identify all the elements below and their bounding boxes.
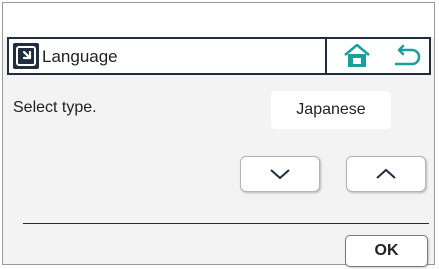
- title-bar: Language: [7, 37, 431, 75]
- select-type-label: Select type.: [13, 99, 97, 116]
- back-button[interactable]: [387, 41, 427, 71]
- home-icon: [344, 43, 370, 67]
- ok-button[interactable]: OK: [345, 235, 428, 267]
- down-button[interactable]: [240, 156, 320, 192]
- settings-panel-icon: [12, 42, 40, 70]
- footer-divider: [23, 223, 429, 224]
- chevron-down-icon: [270, 169, 290, 180]
- home-button[interactable]: [337, 41, 377, 71]
- page-title: Language: [42, 47, 118, 66]
- up-button[interactable]: [346, 156, 426, 192]
- top-strip: [3, 3, 434, 37]
- language-value-display: Japanese: [271, 91, 391, 129]
- chevron-up-icon: [376, 168, 396, 179]
- back-arrow-icon: [394, 44, 421, 66]
- title-separator: [325, 39, 327, 73]
- dialog-frame: Language Select type. Japanese OK: [2, 2, 435, 267]
